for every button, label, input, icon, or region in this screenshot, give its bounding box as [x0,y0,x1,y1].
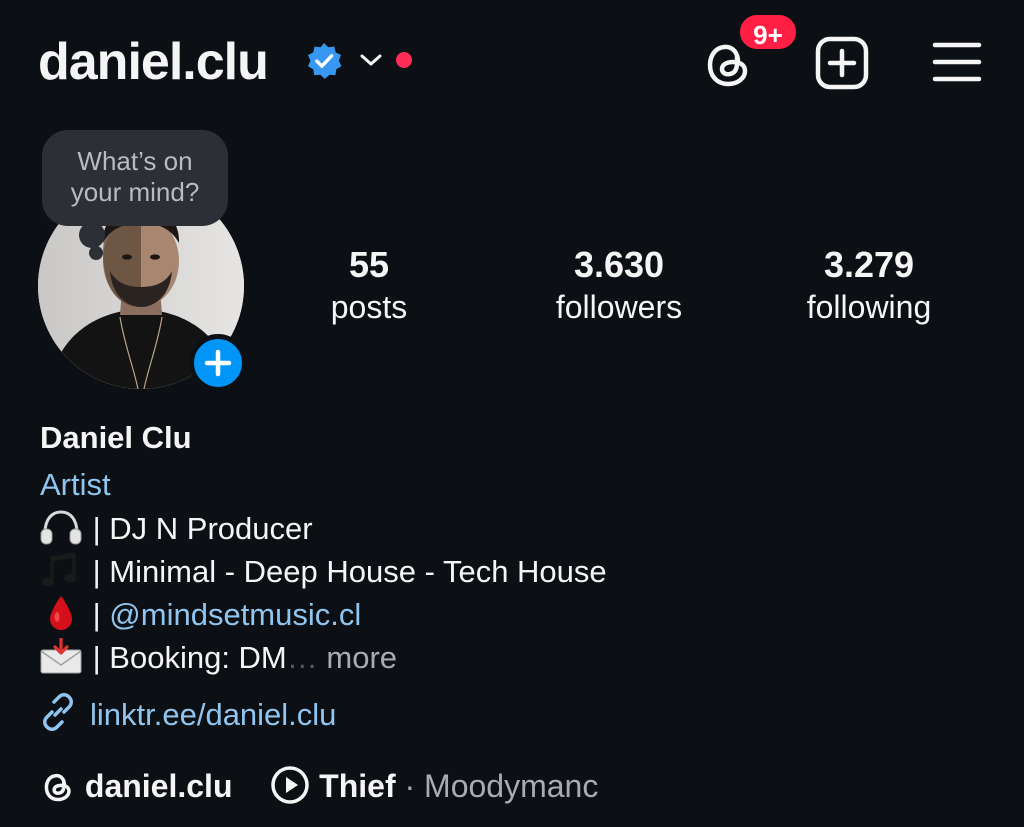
bio-line: | Booking: DM… more [38,637,397,679]
bio-text: | [92,597,110,632]
music-chip[interactable]: Thief · Moodymanc [270,766,599,804]
stat-label: posts [330,289,408,325]
bio-line: | Minimal - Deep House - Tech House [38,551,607,593]
bio-text: | Minimal - Deep House - Tech House [92,554,607,589]
stat-value: 3.630 [573,244,665,285]
profile-full-name: Daniel Clu [40,420,192,455]
music-separator: · [395,768,425,804]
stat-value: 3.279 [823,244,915,285]
profile-link-text: linktr.ee/daniel.clu [90,697,337,732]
note-bubble[interactable]: What’s on your mind? [42,130,228,226]
threads-handle: daniel.clu [84,768,233,804]
bio-text: | Booking: DM [92,640,287,675]
stat-label: followers [555,289,683,325]
stat-posts[interactable]: 55 posts [259,243,479,327]
threads-icon [44,773,71,802]
bio-mention-link[interactable]: @mindsetmusic.cl [109,597,361,632]
bio-ellipsis: … [286,640,318,675]
note-bubble-tail [89,246,103,260]
plus-icon [204,349,232,377]
music-song-title: Thief [319,768,396,804]
drop-of-blood-icon [50,596,72,630]
stat-following[interactable]: 3.279 following [759,243,979,327]
plus-square-icon[interactable] [815,36,869,90]
bio-more-button[interactable]: more [318,640,397,675]
headphones-icon [40,510,82,545]
hamburger-menu-icon[interactable] [932,40,982,84]
stat-value: 55 [348,244,390,285]
verified-badge-icon [307,42,342,79]
profile-category[interactable]: Artist [40,465,111,505]
threads-notification-badge: 9+ [737,12,799,52]
music-artist: Moodymanc [424,768,599,804]
add-story-button[interactable] [189,334,247,392]
profile-username[interactable]: daniel.clu [38,26,269,98]
stat-followers[interactable]: 3.630 followers [509,243,729,327]
profile-chips-row: daniel.clu Thief · Moodymanc [40,763,598,809]
profile-link[interactable]: linktr.ee/daniel.clu [38,692,336,736]
stat-label: following [806,289,932,325]
bio-line: | DJ N Producer [38,508,313,550]
play-circle-icon [271,766,310,804]
notification-dot [396,52,412,68]
bio-text: | DJ N Producer [92,511,313,546]
chevron-down-icon[interactable] [359,50,383,70]
music-notes-icon [42,552,76,587]
bio-line: | @mindsetmusic.cl [38,594,361,636]
link-icon [43,693,73,731]
envelope-arrow-icon [40,638,82,674]
threads-chip[interactable]: daniel.clu [40,768,241,804]
